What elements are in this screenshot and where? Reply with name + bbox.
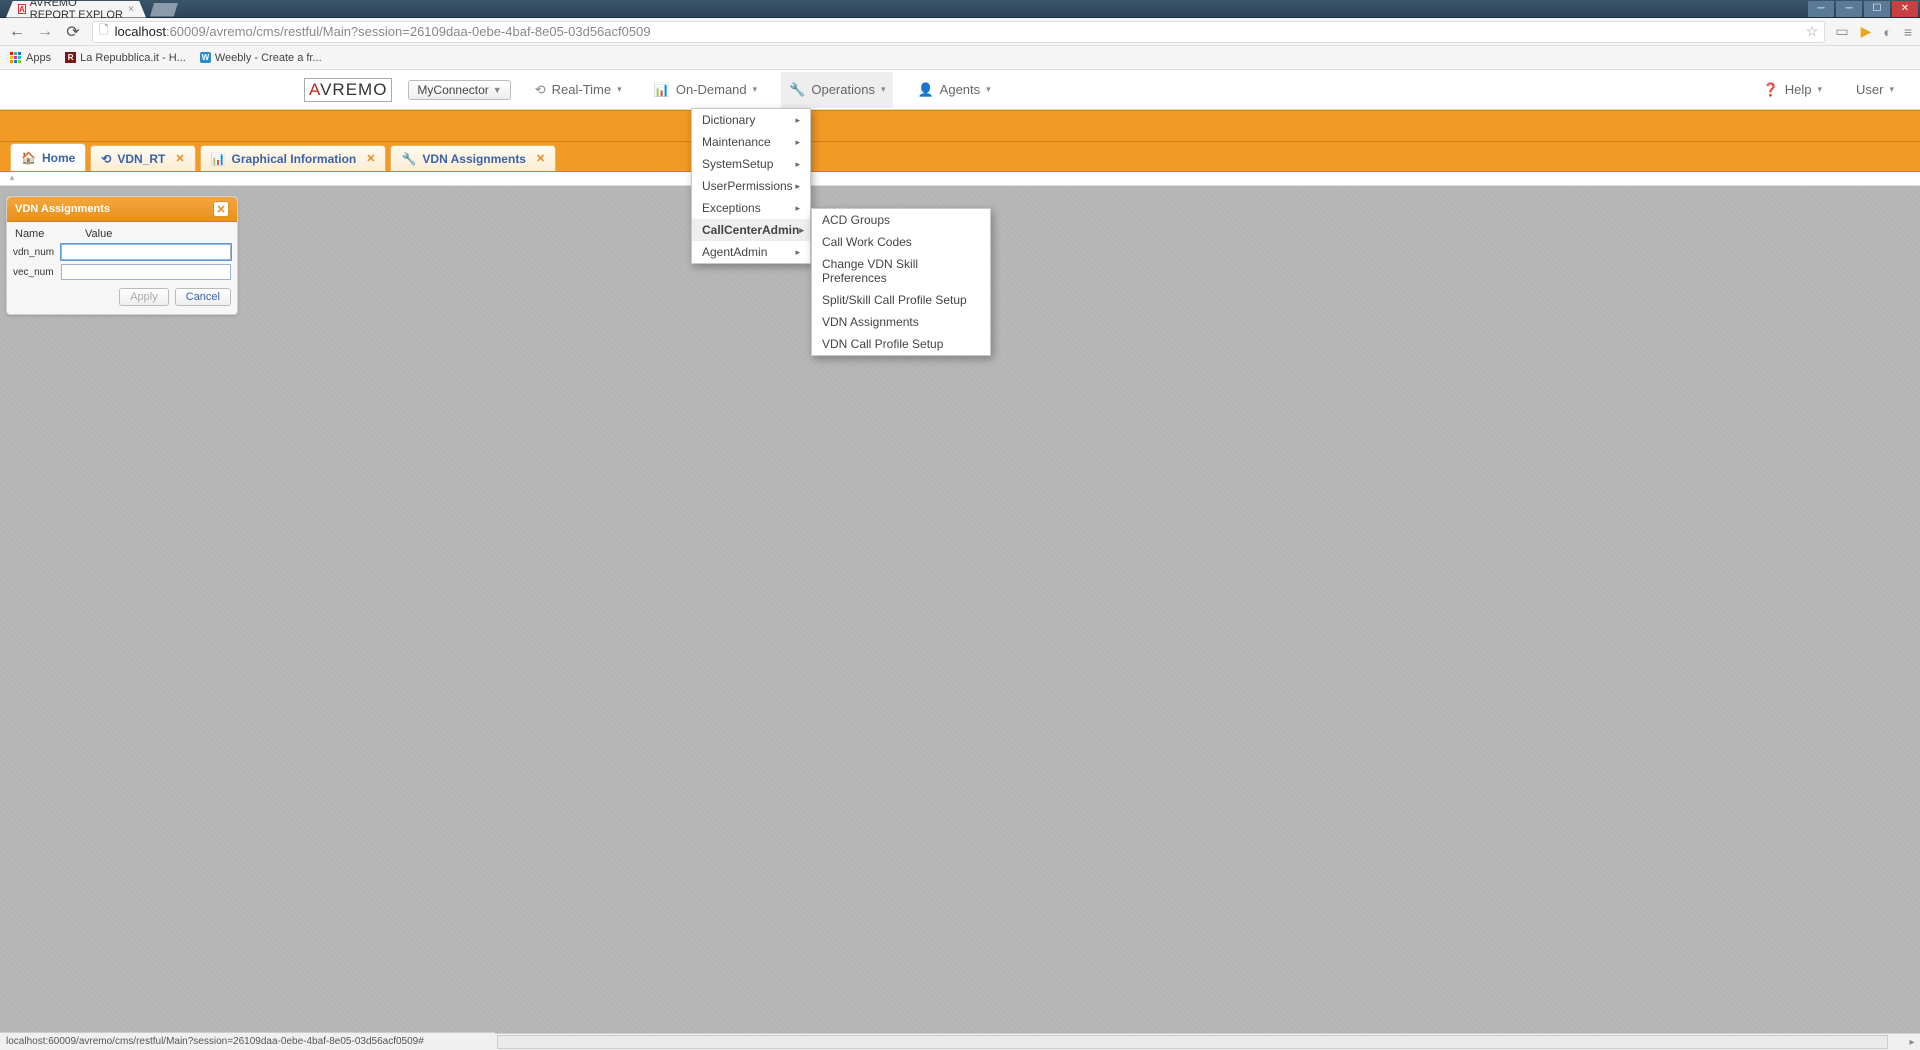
app-logo: AVREMO bbox=[304, 78, 392, 102]
scroll-right-icon[interactable]: ▸ bbox=[1904, 1037, 1920, 1048]
menu-maintenance[interactable]: Maintenance▸ bbox=[692, 131, 810, 153]
panel-close-button[interactable]: ✕ bbox=[213, 201, 229, 217]
home-icon: 🏠 bbox=[21, 151, 36, 165]
url-text: localhost:60009/avremo/cms/restful/Main?… bbox=[115, 24, 651, 39]
apps-icon bbox=[10, 52, 22, 64]
repubblica-icon: R bbox=[65, 52, 76, 63]
browser-titlebar: A AVREMO REPORT EXPLOR × ─ ─ ☐ ✕ bbox=[0, 0, 1920, 18]
reload-button[interactable]: ⟳ bbox=[64, 22, 82, 42]
window-close-button[interactable]: ✕ bbox=[1892, 1, 1918, 17]
forward-button: → bbox=[36, 23, 54, 41]
panel-title: VDN Assignments bbox=[15, 203, 110, 215]
window-minimize-button[interactable]: ─ bbox=[1808, 1, 1834, 17]
operations-dropdown: Dictionary▸ Maintenance▸ SystemSetup▸ Us… bbox=[691, 108, 811, 264]
window-maximize-button[interactable]: ☐ bbox=[1864, 1, 1890, 17]
menu-ondemand[interactable]: 📊 On-Demand▾ bbox=[646, 72, 766, 108]
ext-misc-icon[interactable]: ◐ bbox=[1883, 24, 1891, 40]
field-vdn-num: vdn_num bbox=[13, 244, 231, 260]
page-icon: 🗋 bbox=[99, 21, 109, 42]
status-text: localhost:60009/avremo/cms/restful/Main?… bbox=[6, 1036, 424, 1047]
chevron-right-icon: ▸ bbox=[795, 247, 800, 258]
submenu-call-work-codes[interactable]: Call Work Codes bbox=[812, 231, 990, 253]
apps-bookmark[interactable]: Apps bbox=[10, 52, 51, 64]
callcenteradmin-submenu: ACD Groups Call Work Codes Change VDN Sk… bbox=[811, 208, 991, 356]
vdn-assignments-panel: VDN Assignments ✕ Name Value vdn_num vec… bbox=[6, 196, 238, 315]
bookmark-star-icon[interactable]: ☆ bbox=[1806, 23, 1819, 40]
weebly-bookmark[interactable]: W Weebly - Create a fr... bbox=[200, 52, 322, 64]
chevron-right-icon: ▸ bbox=[795, 181, 800, 192]
new-tab-button[interactable] bbox=[150, 3, 178, 17]
tab-close-icon[interactable]: × bbox=[128, 4, 134, 15]
tab-home[interactable]: 🏠 Home bbox=[10, 143, 86, 171]
refresh-icon: ⟲ bbox=[101, 152, 111, 166]
address-bar[interactable]: 🗋 localhost:60009/avremo/cms/restful/Mai… bbox=[92, 21, 1825, 43]
menu-exceptions[interactable]: Exceptions▸ bbox=[692, 197, 810, 219]
chevron-right-icon: ▸ bbox=[795, 137, 800, 148]
chart-icon: 📊 bbox=[654, 82, 670, 98]
submenu-vdn-call-profile[interactable]: VDN Call Profile Setup bbox=[812, 333, 990, 355]
menu-callcenteradmin[interactable]: CallCenterAdmin▸ bbox=[692, 219, 810, 241]
menu-dictionary[interactable]: Dictionary▸ bbox=[692, 109, 810, 131]
menu-agentadmin[interactable]: AgentAdmin▸ bbox=[692, 241, 810, 263]
device-icon[interactable]: ▭ bbox=[1835, 23, 1848, 40]
secondary-toolbar bbox=[0, 110, 1920, 142]
horizontal-scrollbar[interactable]: localhost:60009/avremo/cms/restful/Main?… bbox=[0, 1033, 1920, 1050]
ext-play-icon[interactable]: ▶ bbox=[1861, 23, 1872, 40]
chevron-right-icon: ▸ bbox=[795, 115, 800, 126]
tab-vdn-assignments[interactable]: 🔧 VDN Assignments ✕ bbox=[390, 145, 556, 171]
favicon-icon: A bbox=[18, 4, 26, 14]
app-nav: AVREMO MyConnector▼ ⟲ Real-Time▾ 📊 On-De… bbox=[0, 70, 1920, 110]
expand-icon[interactable]: ▴ bbox=[6, 172, 18, 183]
browser-tab[interactable]: A AVREMO REPORT EXPLOR × bbox=[6, 1, 146, 18]
connector-dropdown[interactable]: MyConnector▼ bbox=[408, 80, 510, 100]
cancel-button[interactable]: Cancel bbox=[175, 288, 231, 306]
chrome-menu-icon[interactable]: ≡ bbox=[1904, 24, 1912, 40]
help-icon: ❓ bbox=[1763, 82, 1779, 98]
wrench-icon: 🔧 bbox=[789, 82, 805, 98]
vdn-num-input[interactable] bbox=[61, 244, 231, 260]
submenu-vdn-assignments[interactable]: VDN Assignments bbox=[812, 311, 990, 333]
menu-agents[interactable]: 👤 Agents▾ bbox=[909, 72, 998, 108]
back-button[interactable]: ← bbox=[8, 23, 26, 41]
vec-num-input[interactable] bbox=[61, 264, 231, 280]
weebly-icon: W bbox=[200, 52, 211, 63]
menu-user[interactable]: User▾ bbox=[1848, 72, 1902, 107]
col-value: Value bbox=[59, 228, 229, 240]
field-vec-num: vec_num bbox=[13, 264, 231, 280]
refresh-icon: ⟲ bbox=[535, 82, 546, 98]
chevron-right-icon: ▸ bbox=[795, 159, 800, 170]
status-bar: localhost:60009/avremo/cms/restful/Main?… bbox=[0, 1032, 495, 1050]
workspace-tabs: 🏠 Home ⟲ VDN_RT ✕ 📊 Graphical Informatio… bbox=[0, 142, 1920, 172]
wrench-icon: 🔧 bbox=[401, 152, 416, 166]
col-name: Name bbox=[15, 228, 59, 240]
menu-realtime[interactable]: ⟲ Real-Time▾ bbox=[527, 72, 630, 108]
repubblica-bookmark[interactable]: R La Repubblica.it - H... bbox=[65, 52, 186, 64]
window-minimize2-button[interactable]: ─ bbox=[1836, 1, 1862, 17]
menu-operations[interactable]: 🔧 Operations▾ bbox=[781, 72, 893, 108]
person-icon: 👤 bbox=[917, 82, 933, 98]
chevron-right-icon: ▸ bbox=[795, 203, 800, 214]
close-icon[interactable]: ✕ bbox=[175, 152, 184, 165]
close-icon[interactable]: ✕ bbox=[536, 152, 545, 165]
tab-vdn-rt[interactable]: ⟲ VDN_RT ✕ bbox=[90, 145, 195, 171]
chevron-right-icon: ▸ bbox=[799, 225, 804, 236]
panel-header[interactable]: VDN Assignments ✕ bbox=[7, 197, 237, 222]
apply-button[interactable]: Apply bbox=[119, 288, 169, 306]
bookmarks-bar: Apps R La Repubblica.it - H... W Weebly … bbox=[0, 46, 1920, 70]
panel-columns: Name Value bbox=[13, 226, 231, 244]
browser-toolbar: ← → ⟳ 🗋 localhost:60009/avremo/cms/restf… bbox=[0, 18, 1920, 46]
menu-userpermissions[interactable]: UserPermissions▸ bbox=[692, 175, 810, 197]
tab-under-row: ▴ bbox=[0, 172, 1920, 186]
submenu-split-skill-profile[interactable]: Split/Skill Call Profile Setup bbox=[812, 289, 990, 311]
field-label: vec_num bbox=[13, 267, 57, 278]
menu-systemsetup[interactable]: SystemSetup▸ bbox=[692, 153, 810, 175]
submenu-change-vdn-skill[interactable]: Change VDN Skill Preferences bbox=[812, 253, 990, 289]
close-icon[interactable]: ✕ bbox=[366, 152, 375, 165]
chart-icon: 📊 bbox=[211, 152, 226, 166]
menu-help[interactable]: ❓ Help▾ bbox=[1755, 72, 1830, 108]
tab-graphical-info[interactable]: 📊 Graphical Information ✕ bbox=[200, 145, 387, 171]
field-label: vdn_num bbox=[13, 247, 57, 258]
submenu-acd-groups[interactable]: ACD Groups bbox=[812, 209, 990, 231]
